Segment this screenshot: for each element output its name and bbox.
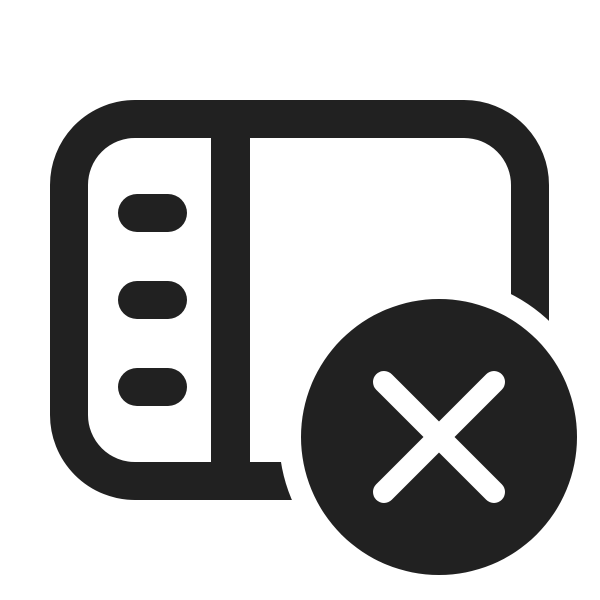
- sidebar-dismiss-icon: [50, 100, 577, 575]
- icon-canvas: [0, 0, 600, 600]
- sidebar-panel-icon: [211, 119, 250, 481]
- sidebar-menu-lines-icon: [118, 194, 187, 406]
